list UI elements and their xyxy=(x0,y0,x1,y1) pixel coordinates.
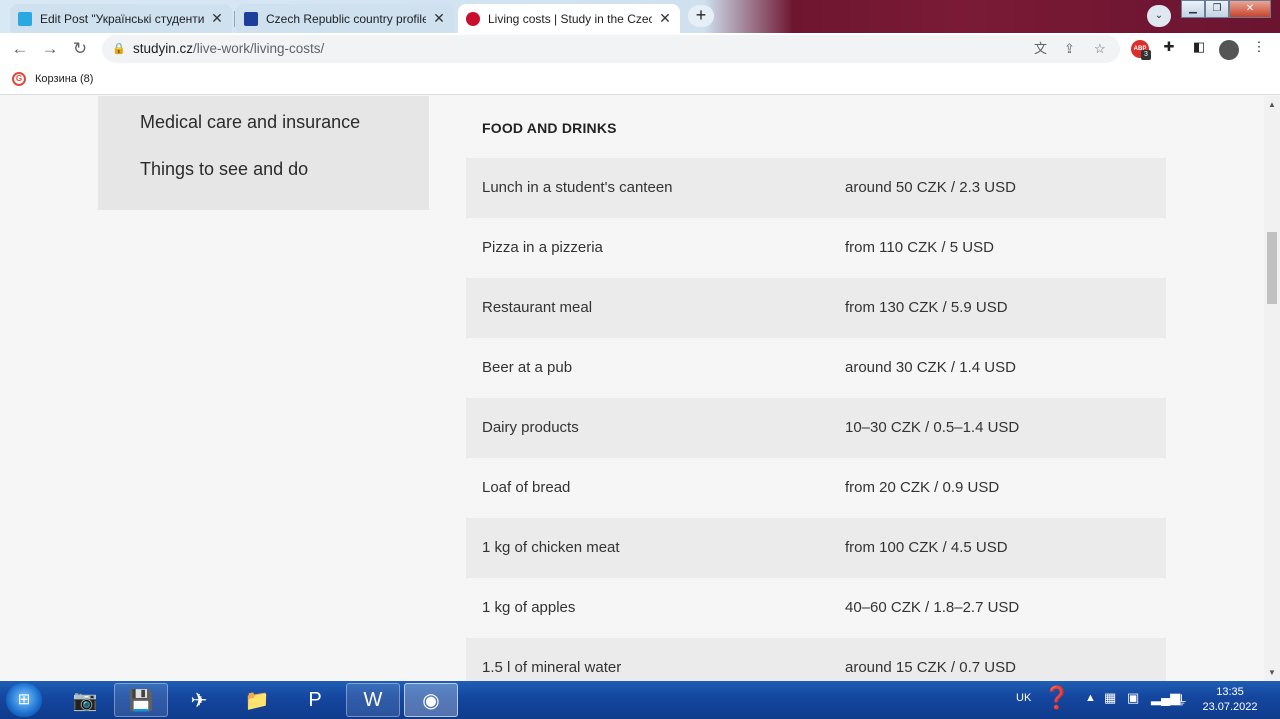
clock-date: 23.07.2022 xyxy=(1202,701,1258,713)
table-row: Pizza in a pizzeria from 110 CZK / 5 USD xyxy=(466,218,1166,278)
row-item: Pizza in a pizzeria xyxy=(482,239,603,256)
eu-flag-icon xyxy=(244,11,258,26)
row-price: around 15 CZK / 0.7 USD xyxy=(845,659,1016,676)
maximize-icon[interactable]: ❐ xyxy=(1205,0,1229,18)
sidebar-link-medical-care[interactable]: Medical care and insurance xyxy=(140,112,360,133)
table-row: 1 kg of apples 40–60 CZK / 1.8–2.7 USD xyxy=(466,578,1166,638)
table-row: Restaurant meal from 130 CZK / 5.9 USD xyxy=(466,278,1166,338)
reload-icon[interactable]: ↻ xyxy=(69,38,91,60)
browser-toolbar: ← → ↻ 🔒 studyin.cz/live-work/living-cost… xyxy=(0,33,1280,65)
system-clock[interactable]: 13:35 23.07.2022 xyxy=(1198,685,1262,715)
telegram-icon[interactable]: ✈ xyxy=(172,683,226,717)
language-indicator[interactable]: UK xyxy=(1016,692,1031,704)
tab-title: Czech Republic country profile | E xyxy=(266,11,426,26)
camera-icon[interactable]: 📷 xyxy=(58,683,112,717)
u-icon xyxy=(18,11,32,26)
row-item: 1 kg of apples xyxy=(482,599,576,616)
row-item: Dairy products xyxy=(482,419,579,436)
page-viewport: Medical care and insurance Things to see… xyxy=(0,96,1264,681)
row-price: from 130 CZK / 5.9 USD xyxy=(845,299,1008,316)
row-item: Loaf of bread xyxy=(482,479,571,496)
tab-search-icon[interactable]: ⌄ xyxy=(1147,5,1171,27)
side-panel-icon[interactable]: ◧ xyxy=(1189,39,1209,55)
url-domain: studyin.cz xyxy=(133,41,194,56)
extensions-puzzle-icon[interactable]: ✚ xyxy=(1159,39,1179,55)
word-icon[interactable]: W xyxy=(346,683,400,717)
page-scrollbar[interactable]: ▲ ▼ xyxy=(1264,96,1280,681)
row-item: 1 kg of chicken meat xyxy=(482,539,620,556)
row-price: 40–60 CZK / 1.8–2.7 USD xyxy=(845,599,1020,616)
tab-title: Edit Post "Українські студенти за xyxy=(40,11,204,26)
bookmarks-bar: G Корзина (8) xyxy=(0,65,1280,95)
close-tab-icon[interactable]: ✕ xyxy=(658,10,672,27)
row-price: around 30 CZK / 1.4 USD xyxy=(845,359,1016,376)
url-text[interactable]: studyin.cz/live-work/living-costs/ xyxy=(133,35,324,63)
tab-title: Living costs | Study in the Czech R xyxy=(488,11,652,26)
powerpoint-icon[interactable]: P xyxy=(288,683,342,717)
back-icon[interactable]: ← xyxy=(9,38,31,60)
table-row: 1.5 l of mineral water around 15 CZK / 0… xyxy=(466,638,1166,681)
g-icon: G xyxy=(12,72,26,86)
show-hidden-icons-icon[interactable]: ▲ xyxy=(1085,692,1096,704)
sidebar-menu: Medical care and insurance Things to see… xyxy=(98,96,429,210)
table-row: Beer at a pub around 30 CZK / 1.4 USD xyxy=(466,338,1166,398)
row-price: from 110 CZK / 5 USD xyxy=(845,239,994,256)
save-floppy-icon[interactable]: 💾 xyxy=(114,683,168,717)
scroll-up-icon[interactable]: ▲ xyxy=(1268,100,1276,109)
menu-kebab-icon[interactable]: ⋮ xyxy=(1249,39,1269,55)
window-controls: ▁ ❐ ✕ xyxy=(1181,0,1271,18)
table-row: 1 kg of chicken meat from 100 CZK / 4.5 … xyxy=(466,518,1166,578)
share-icon[interactable]: ⇪ xyxy=(1064,35,1075,63)
close-tab-icon[interactable]: ✕ xyxy=(432,10,446,27)
lock-icon[interactable]: 🔒 xyxy=(112,35,126,63)
help-icon[interactable]: ❓ xyxy=(1043,685,1070,711)
table-row: Dairy products 10–30 CZK / 0.5–1.4 USD xyxy=(466,398,1166,458)
row-item: Lunch in a student's canteen xyxy=(482,179,673,196)
row-item: Beer at a pub xyxy=(482,359,573,376)
tab-living-costs[interactable]: Living costs | Study in the Czech R ✕ xyxy=(458,4,680,33)
tab-czech-profile[interactable]: Czech Republic country profile | E ✕ xyxy=(236,4,454,33)
tray-app-icon[interactable]: ▦ xyxy=(1104,690,1116,706)
row-price: from 20 CZK / 0.9 USD xyxy=(845,479,1000,496)
tab-separator xyxy=(234,11,235,27)
forward-icon[interactable]: → xyxy=(39,38,61,60)
chrome-icon[interactable]: ◉ xyxy=(404,683,458,717)
row-price: around 50 CZK / 2.3 USD xyxy=(845,179,1016,196)
action-center-icon[interactable]: ▣ xyxy=(1127,690,1139,706)
row-item: Restaurant meal xyxy=(482,299,593,316)
address-bar[interactable]: 🔒 studyin.cz/live-work/living-costs/ 文 ⇪… xyxy=(102,35,1120,63)
close-window-icon[interactable]: ✕ xyxy=(1229,0,1271,18)
bookmark-star-icon[interactable]: ☆ xyxy=(1094,35,1106,63)
extension-badge-count: 3 xyxy=(1141,50,1151,60)
new-tab-button[interactable]: + xyxy=(688,5,714,27)
studyin-icon xyxy=(466,11,480,26)
power-plug-icon[interactable]: ⏚ xyxy=(1175,690,1188,709)
table-row: Lunch in a student's canteen around 50 C… xyxy=(466,158,1166,218)
row-price: from 100 CZK / 4.5 USD xyxy=(845,539,1008,556)
bookmark-korzyna[interactable]: G Корзина (8) xyxy=(12,72,93,86)
tab-strip: Edit Post "Українські студенти за ✕ Czec… xyxy=(0,0,1280,33)
bookmark-label: Корзина (8) xyxy=(35,73,94,85)
windows-logo-icon: ⊞ xyxy=(17,691,31,708)
minimize-icon[interactable]: ▁ xyxy=(1181,0,1205,18)
url-path: /live-work/living-costs/ xyxy=(193,41,325,56)
sidebar-link-things-to-see[interactable]: Things to see and do xyxy=(140,159,308,180)
row-item: 1.5 l of mineral water xyxy=(482,659,622,676)
tab-edit-post[interactable]: Edit Post "Українські студенти за ✕ xyxy=(10,4,232,33)
translate-icon[interactable]: 文 xyxy=(1034,35,1047,63)
start-button[interactable]: ⊞ xyxy=(6,683,42,717)
scroll-down-icon[interactable]: ▼ xyxy=(1268,668,1276,677)
profile-avatar[interactable] xyxy=(1219,40,1239,60)
close-tab-icon[interactable]: ✕ xyxy=(210,10,224,27)
row-price: 10–30 CZK / 0.5–1.4 USD xyxy=(845,419,1020,436)
table-row: Loaf of bread from 20 CZK / 0.9 USD xyxy=(466,458,1166,518)
section-title: FOOD AND DRINKS xyxy=(482,120,617,136)
clock-time: 13:35 xyxy=(1216,686,1244,698)
file-explorer-icon[interactable]: 📁 xyxy=(230,683,284,717)
windows-taskbar: ⊞ 📷 💾 ✈ 📁 P W ◉ UK ❓ ▲ ▦ ▣ ▂▄▆ ⏚ 13:35 2… xyxy=(0,681,1280,719)
scroll-thumb[interactable] xyxy=(1267,232,1277,304)
